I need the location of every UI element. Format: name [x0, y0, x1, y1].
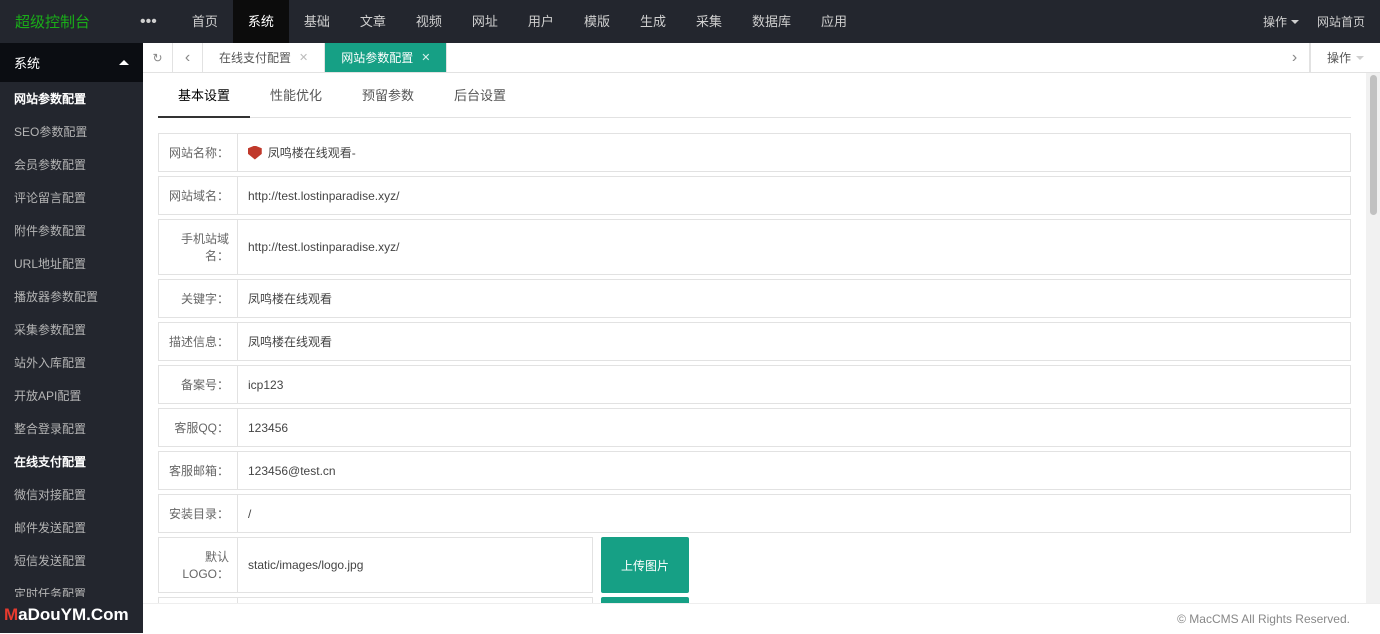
nav-用户[interactable]: 用户: [513, 0, 569, 43]
row-logo: 默认LOGO： 上传图片: [158, 537, 1351, 593]
scrollbar[interactable]: [1366, 73, 1380, 603]
sidebar-item-9[interactable]: 开放API配置: [0, 379, 143, 412]
nav-items: 首页系统基础文章视频网址用户模版生成采集数据库应用: [177, 0, 862, 43]
tab-action-dropdown[interactable]: 操作: [1310, 43, 1380, 72]
tab-在线支付配置[interactable]: 在线支付配置 ✕: [203, 43, 325, 72]
tab-网站参数配置[interactable]: 网站参数配置 ✕: [325, 43, 447, 72]
refresh-icon[interactable]: [143, 43, 173, 72]
top-nav: 超级控制台 ••• 首页系统基础文章视频网址用户模版生成采集数据库应用 操作 网…: [0, 0, 1380, 43]
subtab-基本设置[interactable]: 基本设置: [158, 73, 250, 118]
row-install: 安装目录：: [158, 494, 1351, 533]
nav-视频[interactable]: 视频: [401, 0, 457, 43]
chevron-down-icon: [1356, 56, 1364, 60]
input-site-name[interactable]: [268, 136, 1340, 170]
label-wap-url: 手机站域名：: [158, 219, 238, 275]
label-site-url: 网站域名：: [158, 176, 238, 215]
sidebar-item-15[interactable]: 定时任务配置: [0, 577, 143, 597]
row-site-url: 网站域名：: [158, 176, 1351, 215]
input-logo[interactable]: [248, 548, 582, 582]
nav-数据库[interactable]: 数据库: [737, 0, 806, 43]
tab-label: 网站参数配置: [341, 43, 413, 73]
label-qq: 客服QQ：: [158, 408, 238, 447]
close-icon[interactable]: ✕: [421, 43, 430, 73]
brand-title: 超级控制台: [0, 11, 120, 32]
sidebar-item-2[interactable]: 会员参数配置: [0, 148, 143, 181]
label-icp: 备案号：: [158, 365, 238, 404]
sidebar-head[interactable]: 系统: [0, 43, 143, 82]
sidebar-item-1[interactable]: SEO参数配置: [0, 115, 143, 148]
nav-首页[interactable]: 首页: [177, 0, 233, 43]
sidebar-item-11[interactable]: 在线支付配置: [0, 445, 143, 478]
row-keywords: 关键字：: [158, 279, 1351, 318]
nav-文章[interactable]: 文章: [345, 0, 401, 43]
label-keywords: 关键字：: [158, 279, 238, 318]
close-icon[interactable]: ✕: [299, 43, 308, 73]
nav-生成[interactable]: 生成: [625, 0, 681, 43]
sub-tabs: 基本设置性能优化预留参数后台设置: [158, 73, 1351, 118]
input-desc[interactable]: [248, 325, 1340, 359]
tab-prev-icon[interactable]: [173, 43, 203, 72]
action-dropdown[interactable]: 操作: [1263, 13, 1299, 30]
sidebar-item-0[interactable]: 网站参数配置: [0, 82, 143, 115]
subtab-后台设置[interactable]: 后台设置: [434, 73, 526, 117]
row-qq: 客服QQ：: [158, 408, 1351, 447]
sidebar-item-4[interactable]: 附件参数配置: [0, 214, 143, 247]
input-email[interactable]: [248, 454, 1340, 488]
nav-模版[interactable]: 模版: [569, 0, 625, 43]
tab-label: 在线支付配置: [219, 43, 291, 73]
main: 在线支付配置 ✕ 网站参数配置 ✕ 操作 基本设置性能优化预留参数后台设置 网站名称：…: [143, 43, 1380, 633]
tab-next-icon[interactable]: [1280, 43, 1310, 72]
top-right: 操作 网站首页: [1263, 13, 1380, 30]
nav-采集[interactable]: 采集: [681, 0, 737, 43]
sidebar-list: 网站参数配置SEO参数配置会员参数配置评论留言配置附件参数配置URL地址配置播放…: [0, 82, 143, 597]
input-icp[interactable]: [248, 368, 1340, 402]
label-logo: 默认LOGO：: [158, 537, 238, 593]
site-home-link[interactable]: 网站首页: [1317, 13, 1365, 30]
ellipsis-menu[interactable]: •••: [120, 13, 177, 31]
row-email: 客服邮箱：: [158, 451, 1351, 490]
sidebar-item-8[interactable]: 站外入库配置: [0, 346, 143, 379]
sidebar-item-6[interactable]: 播放器参数配置: [0, 280, 143, 313]
content-area: 基本设置性能优化预留参数后台设置 网站名称： 网站域名： 手机站域名：: [143, 73, 1366, 603]
subtab-性能优化[interactable]: 性能优化: [250, 73, 342, 117]
row-desc: 描述信息：: [158, 322, 1351, 361]
footer-copyright: © MacCMS All Rights Reserved.: [143, 603, 1380, 633]
sidebar-item-14[interactable]: 短信发送配置: [0, 544, 143, 577]
sidebar-item-5[interactable]: URL地址配置: [0, 247, 143, 280]
label-email: 客服邮箱：: [158, 451, 238, 490]
sidebar-footer-logo: MaDouYM.Com: [0, 597, 143, 633]
row-site-name: 网站名称：: [158, 133, 1351, 172]
subtab-预留参数[interactable]: 预留参数: [342, 73, 434, 117]
sidebar-item-7[interactable]: 采集参数配置: [0, 313, 143, 346]
nav-系统[interactable]: 系统: [233, 0, 289, 43]
label-site-name: 网站名称：: [158, 133, 238, 172]
input-wap-url[interactable]: [248, 230, 1340, 264]
row-icp: 备案号：: [158, 365, 1351, 404]
row-wap-url: 手机站域名：: [158, 219, 1351, 275]
input-install[interactable]: [248, 497, 1340, 531]
upload-logo-button[interactable]: 上传图片: [601, 537, 689, 593]
shield-icon: [248, 146, 262, 160]
sidebar-head-label: 系统: [14, 53, 40, 72]
input-qq[interactable]: [248, 411, 1340, 445]
tab-bar: 在线支付配置 ✕ 网站参数配置 ✕ 操作: [143, 43, 1380, 73]
label-desc: 描述信息：: [158, 322, 238, 361]
nav-应用[interactable]: 应用: [806, 0, 862, 43]
sidebar-item-10[interactable]: 整合登录配置: [0, 412, 143, 445]
sidebar: 系统 网站参数配置SEO参数配置会员参数配置评论留言配置附件参数配置URL地址配…: [0, 43, 143, 633]
nav-网址[interactable]: 网址: [457, 0, 513, 43]
sidebar-item-12[interactable]: 微信对接配置: [0, 478, 143, 511]
sidebar-item-13[interactable]: 邮件发送配置: [0, 511, 143, 544]
input-keywords[interactable]: [248, 282, 1340, 316]
chevron-up-icon: [119, 60, 129, 65]
input-site-url[interactable]: [248, 179, 1340, 213]
chevron-down-icon: [1291, 20, 1299, 24]
label-install: 安装目录：: [158, 494, 238, 533]
sidebar-item-3[interactable]: 评论留言配置: [0, 181, 143, 214]
scroll-thumb[interactable]: [1370, 75, 1377, 215]
nav-基础[interactable]: 基础: [289, 0, 345, 43]
config-form: 网站名称： 网站域名： 手机站域名： 关键字：: [158, 118, 1351, 603]
